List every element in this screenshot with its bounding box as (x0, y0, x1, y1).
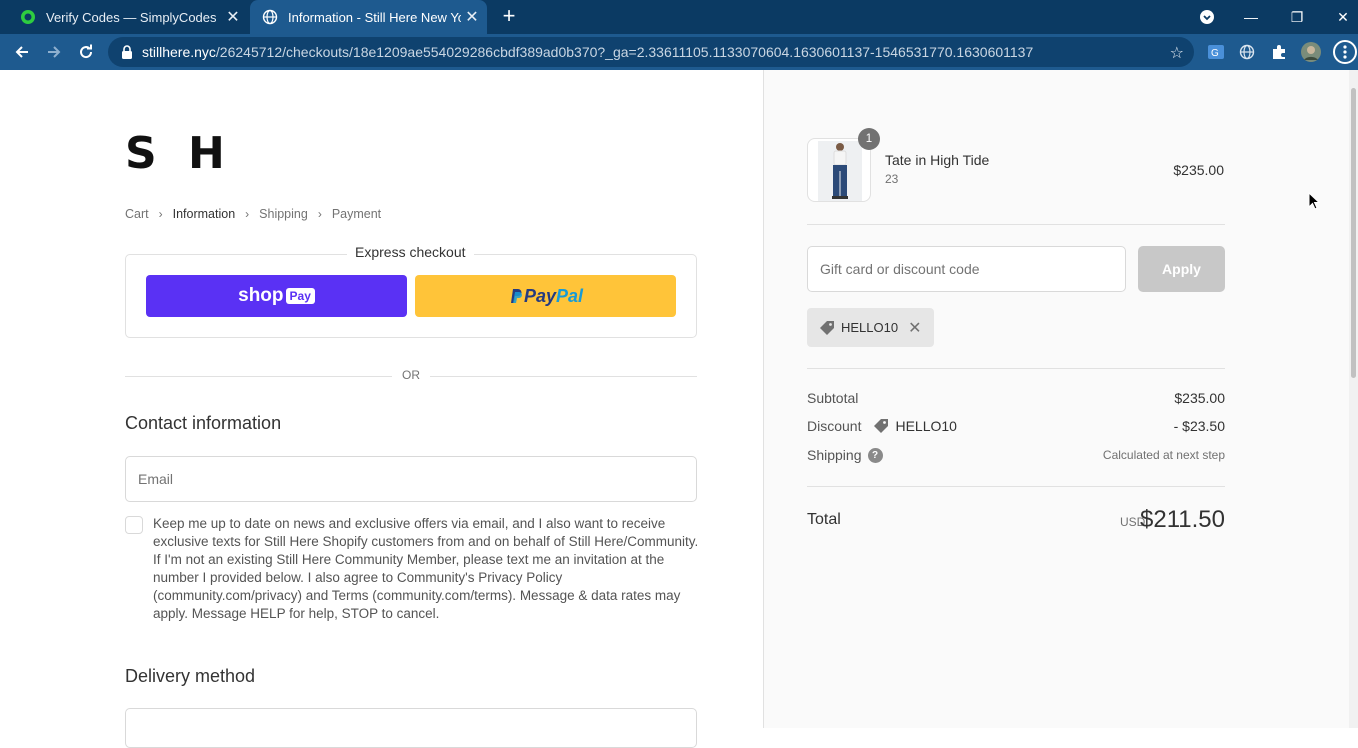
shop-pay-button[interactable]: shop Pay (146, 275, 407, 317)
delivery-heading: Delivery method (125, 666, 256, 686)
url-text: stillhere.nyc/26245712/checkouts/18e1209… (142, 44, 1033, 60)
total-label: Total (807, 511, 841, 528)
summary-divider (807, 486, 1225, 487)
globe-icon (262, 9, 278, 25)
lock-icon (122, 45, 132, 59)
close-tab-icon[interactable]: ✕ (222, 7, 244, 27)
svg-text:G: G (1211, 48, 1219, 59)
paypal-icon (510, 289, 522, 303)
product-variant: 23 (885, 172, 899, 186)
arrow-left-icon (15, 46, 28, 58)
browser-menu-icon[interactable] (1333, 40, 1357, 64)
product-image (818, 141, 862, 201)
marketing-consent-checkbox[interactable] (125, 516, 143, 534)
reload-icon (80, 44, 93, 59)
url-host: stillhere.nyc (142, 44, 216, 60)
address-bar[interactable]: stillhere.nyc/26245712/checkouts/18e1209… (108, 37, 1194, 67)
scrollbar-thumb[interactable] (1351, 88, 1356, 378)
translate-extension-icon[interactable]: G (1206, 42, 1226, 62)
chevron-right-icon: › (158, 207, 163, 221)
bookmark-star-icon[interactable]: ☆ (1170, 43, 1184, 63)
tab-title: Information - Still Here New York (288, 9, 461, 25)
paypal-text-a: Pay (523, 285, 556, 306)
discount-code-label: HELLO10 (895, 418, 957, 434)
reload-button[interactable] (72, 38, 100, 66)
shipping-value: Calculated at next step (1102, 448, 1225, 462)
browser-tab-strip: Verify Codes — SimplyCodes ✕ Information… (0, 0, 1358, 34)
discount-value: - $23.50 (1173, 418, 1225, 434)
express-checkout-title: Express checkout (347, 244, 474, 260)
store-logo[interactable]: S H (125, 128, 233, 179)
breadcrumb-information: Information (172, 207, 236, 221)
subtotal-row: Subtotal $235.00 (807, 390, 1225, 406)
discount-row: Discount HELLO10 - $23.50 (807, 418, 1225, 434)
paypal-button[interactable]: Pay Pal (415, 275, 676, 317)
tag-icon (820, 320, 834, 335)
total-value: $211.50 (1140, 506, 1225, 533)
tab-search-icon[interactable] (1184, 0, 1230, 34)
email-field[interactable]: Email (125, 456, 697, 502)
close-window-button[interactable]: ✕ (1320, 0, 1358, 34)
forward-button[interactable] (40, 38, 68, 66)
summary-divider (807, 368, 1225, 369)
tab-simplycodes[interactable]: Verify Codes — SimplyCodes ✕ (8, 0, 248, 34)
profile-avatar[interactable] (1301, 42, 1321, 62)
contact-heading: Contact information (125, 413, 282, 433)
chevron-right-icon: › (317, 207, 322, 221)
extensions-puzzle-icon[interactable] (1269, 42, 1289, 62)
breadcrumb-payment: Payment (331, 207, 382, 221)
minimize-button[interactable]: — (1228, 0, 1274, 34)
globe-extension-icon[interactable] (1237, 42, 1257, 62)
product-name: Tate in High Tide (885, 152, 990, 168)
subtotal-value: $235.00 (1174, 390, 1225, 406)
quantity-badge: 1 (858, 128, 880, 150)
tab-still-here[interactable]: Information - Still Here New York ✕ (250, 0, 487, 34)
mouse-cursor-icon (1308, 192, 1320, 210)
restore-button[interactable]: ❐ (1274, 0, 1320, 34)
applied-discount-tag: HELLO10 ✕ (807, 308, 934, 347)
simplycodes-icon (21, 10, 35, 24)
product-price: $235.00 (1173, 162, 1224, 178)
apply-discount-button[interactable]: Apply (1138, 246, 1225, 292)
page-scrollbar[interactable] (1349, 70, 1358, 728)
or-text: OR (392, 368, 430, 382)
close-tab-icon[interactable]: ✕ (461, 7, 483, 27)
arrow-right-icon (48, 46, 61, 58)
express-checkout-box: shop Pay Pay Pal (125, 254, 697, 338)
breadcrumb: Cart › Information › Shipping › Payment (125, 207, 381, 221)
marketing-consent-text: Keep me up to date on news and exclusive… (153, 516, 699, 621)
tag-icon (874, 419, 889, 433)
browser-toolbar: stillhere.nyc/26245712/checkouts/18e1209… (0, 34, 1358, 70)
chevron-right-icon: › (245, 207, 250, 221)
remove-discount-icon[interactable]: ✕ (908, 318, 921, 338)
url-path: /26245712/checkouts/18e1209ae554029286cb… (215, 44, 1034, 60)
help-question-icon[interactable]: ? (867, 447, 883, 463)
new-tab-button[interactable]: + (498, 5, 520, 28)
discount-label: Discount (807, 418, 862, 434)
shop-pay-text: shop (238, 285, 284, 306)
shipping-label: Shipping (807, 447, 862, 463)
shipping-row: Shipping ? Calculated at next step (807, 447, 1225, 463)
subtotal-label: Subtotal (807, 390, 859, 406)
paypal-text-b: Pal (556, 285, 584, 306)
shop-pay-badge: Pay (285, 288, 315, 304)
breadcrumb-cart[interactable]: Cart (125, 207, 149, 221)
breadcrumb-shipping: Shipping (259, 207, 308, 221)
back-button[interactable] (8, 38, 36, 66)
tab-title: Verify Codes — SimplyCodes (46, 9, 217, 25)
discount-code-field[interactable]: Gift card or discount code (807, 246, 1126, 292)
delivery-method-option[interactable] (125, 708, 697, 748)
applied-discount-code: HELLO10 (841, 320, 899, 335)
summary-divider (807, 224, 1225, 225)
checkout-page: S H Cart › Information › Shipping › Paym… (0, 70, 1358, 748)
